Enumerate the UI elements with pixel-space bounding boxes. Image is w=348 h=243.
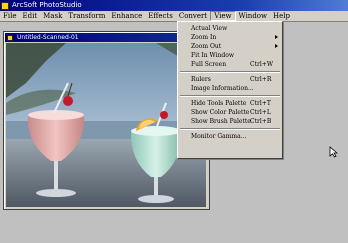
document-icon [7, 34, 13, 41]
menu-effects[interactable]: Effects [145, 11, 176, 21]
menu-item-label: Hide Tools Palette [191, 100, 247, 107]
menu-separator [180, 95, 280, 97]
menu-item-label: Zoom Out [191, 43, 222, 50]
cocktails-photo [6, 43, 206, 207]
menu-file[interactable]: File [0, 11, 19, 21]
menu-transform[interactable]: Transform [65, 11, 108, 21]
menu-item-label: Zoom In [191, 34, 217, 41]
menu-shortcut: Ctrl+T [250, 100, 271, 107]
menu-shortcut: Ctrl+L [250, 109, 271, 116]
app-title: ArcSoft PhotoStudio [12, 1, 82, 9]
menu-item-label: Image Information... [191, 85, 254, 92]
menu-item-rulers[interactable]: Rulers Ctrl+R [178, 75, 282, 84]
menu-separator [180, 71, 280, 73]
menu-shortcut: Ctrl+W [250, 61, 273, 68]
menu-edit[interactable]: Edit [19, 11, 40, 21]
menu-item-image-information[interactable]: Image Information... [178, 84, 282, 93]
menu-separator [180, 128, 280, 130]
menu-item-full-screen[interactable]: Full Screen Ctrl+W [178, 60, 282, 69]
menu-item-label: Monitor Gamma... [191, 133, 247, 140]
menu-item-show-brush-palette[interactable]: Show Brush Palette Ctrl+B [178, 117, 282, 126]
menu-mask[interactable]: Mask [40, 11, 65, 21]
menubar: File Edit Mask Transform Enhance Effects… [0, 11, 348, 22]
menu-item-label: Show Brush Palette [191, 118, 251, 125]
menu-item-zoom-out[interactable]: Zoom Out [178, 42, 282, 51]
menu-view[interactable]: View [210, 11, 236, 21]
menu-shortcut: Ctrl+B [250, 118, 272, 125]
menu-item-label: Full Screen [191, 61, 227, 68]
app-icon [1, 1, 9, 10]
submenu-arrow-icon [275, 35, 278, 39]
photo-canvas[interactable] [6, 43, 206, 207]
menu-convert[interactable]: Convert [176, 11, 210, 21]
menu-item-label: Actual View [191, 25, 228, 32]
menu-item-zoom-in[interactable]: Zoom In [178, 33, 282, 42]
menu-item-show-color-palette[interactable]: Show Color Palette Ctrl+L [178, 108, 282, 117]
menu-item-label: Show Color Palette [191, 109, 250, 116]
menu-item-label: Fit In Window [191, 52, 234, 59]
app-titlebar: ArcSoft PhotoStudio [0, 0, 348, 11]
menu-enhance[interactable]: Enhance [108, 11, 145, 21]
document-title: Untitled-Scanned-01 [17, 34, 79, 41]
menu-item-hide-tools-palette[interactable]: Hide Tools Palette Ctrl+T [178, 99, 282, 108]
menu-help[interactable]: Help [270, 11, 293, 21]
mouse-cursor-icon [329, 146, 338, 158]
menu-window[interactable]: Window [236, 11, 271, 21]
submenu-arrow-icon [275, 44, 278, 48]
menu-item-fit-in-window[interactable]: Fit In Window [178, 51, 282, 60]
menu-shortcut: Ctrl+R [250, 76, 272, 83]
menu-item-monitor-gamma[interactable]: Monitor Gamma... [178, 132, 282, 141]
view-menu-dropdown: Actual View Zoom In Zoom Out Fit In Wind… [177, 21, 283, 159]
menu-item-actual-view[interactable]: Actual View [178, 24, 282, 33]
menu-item-label: Rulers [191, 76, 211, 83]
